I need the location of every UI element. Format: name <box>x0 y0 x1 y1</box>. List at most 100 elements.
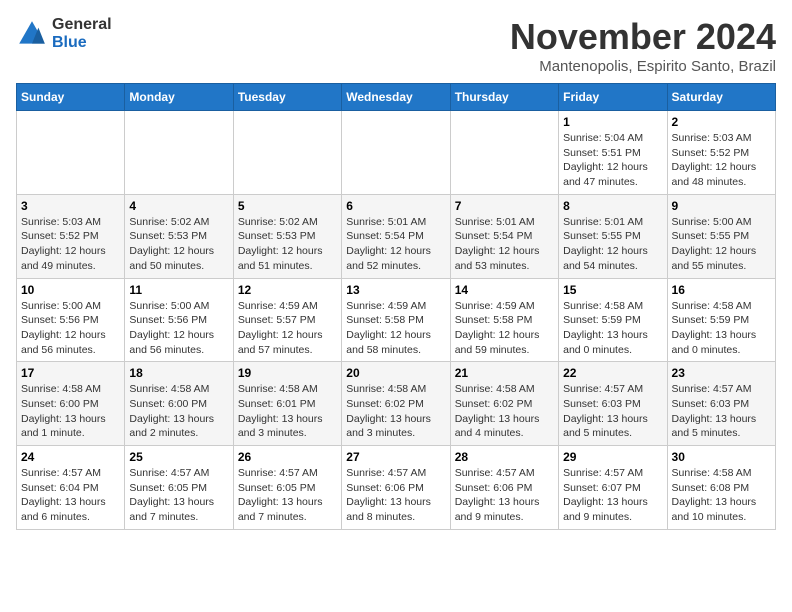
day-number: 26 <box>238 450 337 464</box>
weekday-header: Sunday <box>17 84 125 111</box>
calendar-cell: 8 Sunrise: 5:01 AMSunset: 5:55 PMDaylight… <box>559 194 667 278</box>
calendar-body: 1 Sunrise: 5:04 AMSunset: 5:51 PMDaylight… <box>17 111 776 530</box>
title-block: November 2024 Mantenopolis, Espirito San… <box>510 16 776 75</box>
calendar-cell: 21 Sunrise: 4:58 AMSunset: 6:02 PMDayligh… <box>450 362 558 446</box>
day-number: 14 <box>455 283 554 297</box>
day-info: Sunrise: 4:58 AMSunset: 6:01 PMDaylight:… <box>238 382 337 441</box>
calendar-cell: 30Sunrise: 4:58 AMSunset: 6:08 PMDayligh… <box>667 446 775 530</box>
day-number: 19 <box>238 366 337 380</box>
calendar-cell: 17Sunrise: 4:58 AMSunset: 6:00 PMDayligh… <box>17 362 125 446</box>
day-number: 5 <box>238 199 337 213</box>
calendar-week-row: 1 Sunrise: 5:04 AMSunset: 5:51 PMDaylight… <box>17 111 776 195</box>
day-number: 6 <box>346 199 445 213</box>
calendar-cell: 19 Sunrise: 4:58 AMSunset: 6:01 PMDayligh… <box>233 362 341 446</box>
logo: General Blue <box>16 16 112 51</box>
day-info: Sunrise: 4:59 AMSunset: 5:58 PMDaylight:… <box>346 299 445 358</box>
calendar-cell: 29 Sunrise: 4:57 AMSunset: 6:07 PMDayligh… <box>559 446 667 530</box>
day-number: 21 <box>455 366 554 380</box>
logo-icon <box>16 18 48 50</box>
month-title: November 2024 <box>510 16 776 58</box>
calendar-header: SundayMondayTuesdayWednesdayThursdayFrid… <box>17 84 776 111</box>
calendar-cell: 12 Sunrise: 4:59 AMSunset: 5:57 PMDayligh… <box>233 278 341 362</box>
calendar-cell: 26 Sunrise: 4:57 AMSunset: 6:05 PMDayligh… <box>233 446 341 530</box>
day-number: 7 <box>455 199 554 213</box>
day-info: Sunrise: 5:00 AMSunset: 5:55 PMDaylight:… <box>672 215 771 274</box>
day-info: Sunrise: 4:57 AMSunset: 6:03 PMDaylight:… <box>672 382 771 441</box>
day-info: Sunrise: 4:58 AMSunset: 6:02 PMDaylight:… <box>346 382 445 441</box>
day-info: Sunrise: 4:57 AMSunset: 6:05 PMDaylight:… <box>129 466 228 525</box>
calendar-cell: 9 Sunrise: 5:00 AMSunset: 5:55 PMDaylight… <box>667 194 775 278</box>
day-info: Sunrise: 4:59 AMSunset: 5:57 PMDaylight:… <box>238 299 337 358</box>
day-info: Sunrise: 5:00 AMSunset: 5:56 PMDaylight:… <box>129 299 228 358</box>
day-number: 15 <box>563 283 662 297</box>
calendar-cell: 7 Sunrise: 5:01 AMSunset: 5:54 PMDaylight… <box>450 194 558 278</box>
day-info: Sunrise: 4:57 AMSunset: 6:07 PMDaylight:… <box>563 466 662 525</box>
calendar-cell: 28 Sunrise: 4:57 AMSunset: 6:06 PMDayligh… <box>450 446 558 530</box>
calendar-week-row: 10 Sunrise: 5:00 AMSunset: 5:56 PMDayligh… <box>17 278 776 362</box>
day-number: 20 <box>346 366 445 380</box>
calendar-cell <box>450 111 558 195</box>
logo-blue: Blue <box>52 34 112 52</box>
day-info: Sunrise: 5:00 AMSunset: 5:56 PMDaylight:… <box>21 299 120 358</box>
day-number: 8 <box>563 199 662 213</box>
day-number: 18 <box>129 366 228 380</box>
day-info: Sunrise: 4:57 AMSunset: 6:03 PMDaylight:… <box>563 382 662 441</box>
day-number: 28 <box>455 450 554 464</box>
day-info: Sunrise: 4:58 AMSunset: 6:00 PMDaylight:… <box>21 382 120 441</box>
day-number: 30 <box>672 450 771 464</box>
day-number: 12 <box>238 283 337 297</box>
day-info: Sunrise: 4:58 AMSunset: 6:02 PMDaylight:… <box>455 382 554 441</box>
day-number: 10 <box>21 283 120 297</box>
day-number: 23 <box>672 366 771 380</box>
day-info: Sunrise: 4:57 AMSunset: 6:06 PMDaylight:… <box>455 466 554 525</box>
day-number: 9 <box>672 199 771 213</box>
day-info: Sunrise: 4:58 AMSunset: 5:59 PMDaylight:… <box>672 299 771 358</box>
calendar-week-row: 17Sunrise: 4:58 AMSunset: 6:00 PMDayligh… <box>17 362 776 446</box>
weekday-header: Wednesday <box>342 84 450 111</box>
calendar-cell: 10 Sunrise: 5:00 AMSunset: 5:56 PMDayligh… <box>17 278 125 362</box>
day-info: Sunrise: 5:01 AMSunset: 5:54 PMDaylight:… <box>346 215 445 274</box>
calendar-cell <box>125 111 233 195</box>
calendar-cell: 22Sunrise: 4:57 AMSunset: 6:03 PMDayligh… <box>559 362 667 446</box>
day-number: 2 <box>672 115 771 129</box>
day-number: 29 <box>563 450 662 464</box>
calendar-cell <box>17 111 125 195</box>
day-info: Sunrise: 4:58 AMSunset: 6:00 PMDaylight:… <box>129 382 228 441</box>
day-number: 24 <box>21 450 120 464</box>
calendar-cell: 13Sunrise: 4:59 AMSunset: 5:58 PMDayligh… <box>342 278 450 362</box>
calendar-cell: 15Sunrise: 4:58 AMSunset: 5:59 PMDayligh… <box>559 278 667 362</box>
day-number: 25 <box>129 450 228 464</box>
day-number: 16 <box>672 283 771 297</box>
header-row: SundayMondayTuesdayWednesdayThursdayFrid… <box>17 84 776 111</box>
day-number: 4 <box>129 199 228 213</box>
day-number: 1 <box>563 115 662 129</box>
weekday-header: Monday <box>125 84 233 111</box>
calendar-cell: 1 Sunrise: 5:04 AMSunset: 5:51 PMDaylight… <box>559 111 667 195</box>
calendar-week-row: 24 Sunrise: 4:57 AMSunset: 6:04 PMDayligh… <box>17 446 776 530</box>
calendar-cell: 27Sunrise: 4:57 AMSunset: 6:06 PMDayligh… <box>342 446 450 530</box>
location: Mantenopolis, Espirito Santo, Brazil <box>510 58 776 75</box>
calendar-table: SundayMondayTuesdayWednesdayThursdayFrid… <box>16 83 776 530</box>
calendar-cell: 11Sunrise: 5:00 AMSunset: 5:56 PMDayligh… <box>125 278 233 362</box>
day-info: Sunrise: 5:04 AMSunset: 5:51 PMDaylight:… <box>563 131 662 190</box>
calendar-cell: 5Sunrise: 5:02 AMSunset: 5:53 PMDaylight… <box>233 194 341 278</box>
day-info: Sunrise: 4:57 AMSunset: 6:04 PMDaylight:… <box>21 466 120 525</box>
day-info: Sunrise: 4:59 AMSunset: 5:58 PMDaylight:… <box>455 299 554 358</box>
calendar-cell: 25 Sunrise: 4:57 AMSunset: 6:05 PMDayligh… <box>125 446 233 530</box>
calendar-cell: 18 Sunrise: 4:58 AMSunset: 6:00 PMDayligh… <box>125 362 233 446</box>
calendar-cell <box>342 111 450 195</box>
calendar-cell: 4 Sunrise: 5:02 AMSunset: 5:53 PMDaylight… <box>125 194 233 278</box>
day-info: Sunrise: 5:01 AMSunset: 5:55 PMDaylight:… <box>563 215 662 274</box>
day-info: Sunrise: 5:01 AMSunset: 5:54 PMDaylight:… <box>455 215 554 274</box>
logo-general: General <box>52 16 112 34</box>
calendar-cell: 14 Sunrise: 4:59 AMSunset: 5:58 PMDayligh… <box>450 278 558 362</box>
weekday-header: Thursday <box>450 84 558 111</box>
calendar-cell: 23 Sunrise: 4:57 AMSunset: 6:03 PMDayligh… <box>667 362 775 446</box>
day-info: Sunrise: 5:02 AMSunset: 5:53 PMDaylight:… <box>129 215 228 274</box>
calendar-week-row: 3 Sunrise: 5:03 AMSunset: 5:52 PMDaylight… <box>17 194 776 278</box>
day-number: 27 <box>346 450 445 464</box>
day-info: Sunrise: 5:03 AMSunset: 5:52 PMDaylight:… <box>21 215 120 274</box>
day-number: 3 <box>21 199 120 213</box>
day-info: Sunrise: 4:57 AMSunset: 6:05 PMDaylight:… <box>238 466 337 525</box>
calendar-cell: 16 Sunrise: 4:58 AMSunset: 5:59 PMDayligh… <box>667 278 775 362</box>
